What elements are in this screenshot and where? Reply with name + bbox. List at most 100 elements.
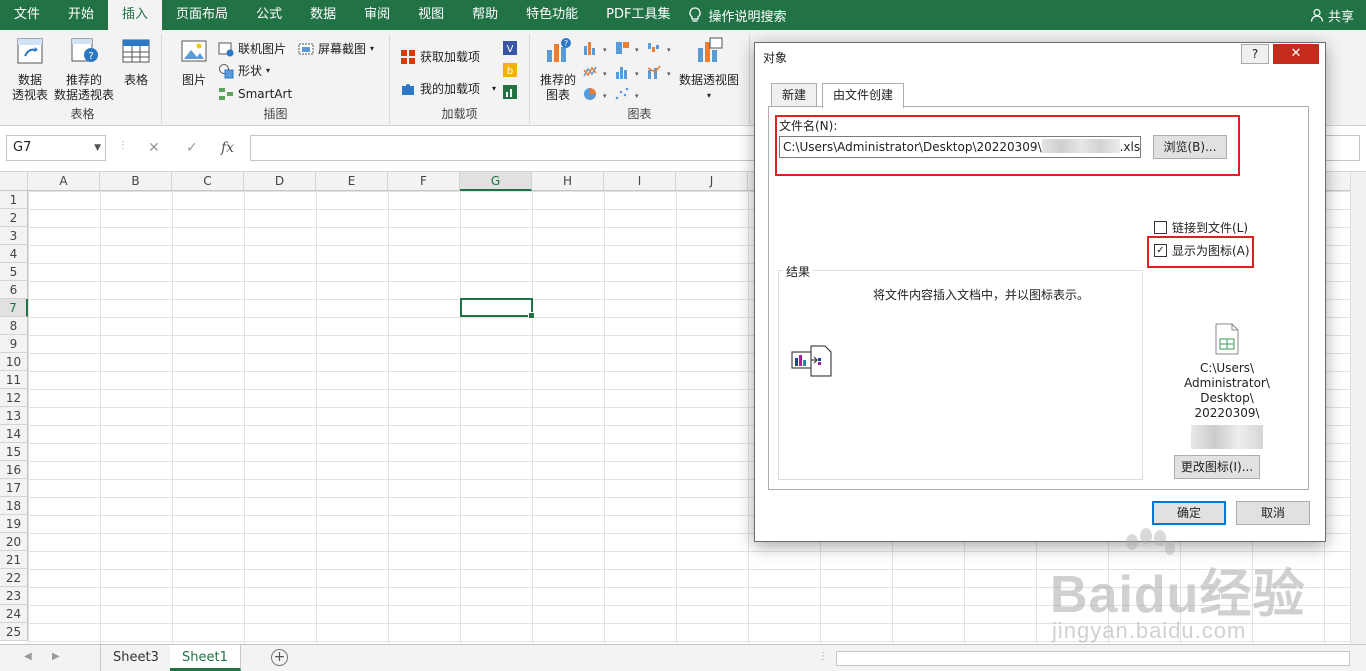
- close-button[interactable]: ✕: [1273, 44, 1319, 64]
- change-icon-button[interactable]: 更改图标(I)...: [1174, 455, 1260, 479]
- share-button[interactable]: 共享: [1310, 0, 1354, 30]
- recommended-charts-button[interactable]: ? 推荐的 图表: [536, 36, 580, 103]
- menu-review[interactable]: 审阅: [350, 0, 404, 30]
- ribbon-group-addins-label: 加载项: [441, 107, 478, 121]
- cancel-entry-icon[interactable]: ✕: [148, 140, 160, 156]
- name-box[interactable]: G7 ▼: [6, 135, 106, 161]
- menu-formulas[interactable]: 公式: [242, 0, 296, 30]
- smartart-button[interactable]: SmartArt: [218, 86, 292, 102]
- tab-create-from-file[interactable]: 由文件创建: [822, 83, 905, 108]
- row-header-3[interactable]: 3: [0, 227, 28, 245]
- picture-button[interactable]: 图片: [176, 36, 212, 88]
- pie-chart-icon[interactable]: ▾: [582, 86, 608, 102]
- my-addins-button[interactable]: 我的加载项 ▾: [400, 80, 496, 97]
- column-header-b[interactable]: B: [100, 172, 172, 191]
- svg-text:▾: ▾: [667, 70, 671, 78]
- pivot-chart-button[interactable]: 数据透视图 ▾: [676, 36, 742, 103]
- chevron-down-icon[interactable]: ▼: [94, 136, 101, 160]
- icon-caption-line-4: 20220309\: [1194, 406, 1260, 420]
- column-header-f[interactable]: F: [388, 172, 460, 191]
- row-header-9[interactable]: 9: [0, 335, 28, 353]
- row-header-13[interactable]: 13: [0, 407, 28, 425]
- get-addins-button[interactable]: 获取加载项: [400, 48, 480, 65]
- sheet-tab-sheet1[interactable]: Sheet1: [170, 645, 241, 671]
- row-header-6[interactable]: 6: [0, 281, 28, 299]
- recommended-pivot-icon: ?: [71, 38, 98, 62]
- row-header-2[interactable]: 2: [0, 209, 28, 227]
- row-header-11[interactable]: 11: [0, 371, 28, 389]
- row-header-21[interactable]: 21: [0, 551, 28, 569]
- scatter-chart-icon[interactable]: ▾: [614, 86, 640, 102]
- online-picture-button[interactable]: 联机图片: [218, 40, 286, 57]
- column-header-g[interactable]: G: [460, 172, 532, 191]
- link-to-file-box[interactable]: [1154, 221, 1167, 234]
- column-header-e[interactable]: E: [316, 172, 388, 191]
- row-header-23[interactable]: 23: [0, 587, 28, 605]
- row-header-14[interactable]: 14: [0, 425, 28, 443]
- ok-button[interactable]: 确定: [1152, 501, 1226, 525]
- column-header-j[interactable]: J: [676, 172, 748, 191]
- menu-help[interactable]: 帮助: [458, 0, 512, 30]
- tab-create-new[interactable]: 新建: [771, 83, 818, 107]
- cancel-button[interactable]: 取消: [1236, 501, 1310, 525]
- column-header-h[interactable]: H: [532, 172, 604, 191]
- column-header-a[interactable]: A: [28, 172, 100, 191]
- visio-icon[interactable]: V: [502, 40, 518, 56]
- row-header-5[interactable]: 5: [0, 263, 28, 281]
- people-graph-icon[interactable]: [502, 84, 518, 100]
- row-header-10[interactable]: 10: [0, 353, 28, 371]
- row-header-1[interactable]: 1: [0, 191, 28, 209]
- selected-cell[interactable]: [460, 298, 535, 319]
- row-header-25[interactable]: 25: [0, 623, 28, 641]
- my-addins-label: 我的加载项: [420, 82, 481, 96]
- stat-chart-icon[interactable]: ▾: [614, 64, 640, 80]
- menu-view[interactable]: 视图: [404, 0, 458, 30]
- add-sheet-icon[interactable]: +: [271, 649, 288, 666]
- insert-function-icon[interactable]: fx: [221, 140, 234, 156]
- shapes-button[interactable]: 形状 ▾: [218, 62, 270, 79]
- combo-chart-icon[interactable]: ▾: [646, 64, 672, 80]
- vertical-scrollbar[interactable]: [1350, 172, 1366, 644]
- picture-label: 图片: [181, 73, 206, 87]
- scroll-left-icon[interactable]: ◀: [24, 651, 32, 662]
- menu-insert[interactable]: 插入: [108, 0, 163, 30]
- row-header-22[interactable]: 22: [0, 569, 28, 587]
- help-button[interactable]: ?: [1241, 44, 1269, 64]
- scroll-right-icon[interactable]: ▶: [52, 651, 60, 662]
- row-header-16[interactable]: 16: [0, 461, 28, 479]
- menu-features[interactable]: 特色功能: [512, 0, 592, 30]
- row-header-19[interactable]: 19: [0, 515, 28, 533]
- column-header-d[interactable]: D: [244, 172, 316, 191]
- pivot-table-button[interactable]: 数据 透视表: [8, 36, 52, 103]
- column-header-c[interactable]: C: [172, 172, 244, 191]
- bing-icon[interactable]: b: [502, 62, 518, 78]
- screenshot-button[interactable]: 屏幕截图 ▾: [298, 40, 374, 57]
- menu-home[interactable]: 开始: [54, 0, 108, 30]
- menu-pdf-tools[interactable]: PDF工具集: [592, 0, 684, 30]
- sheet-tab-sheet3[interactable]: Sheet3: [100, 645, 172, 671]
- column-chart-icon[interactable]: ▾: [582, 40, 608, 56]
- enter-entry-icon[interactable]: ✓: [186, 140, 198, 156]
- row-header-8[interactable]: 8: [0, 317, 28, 335]
- row-header-20[interactable]: 20: [0, 533, 28, 551]
- tell-me-search[interactable]: 操作说明搜索: [688, 6, 787, 25]
- recommended-pivot-button[interactable]: ? 推荐的 数据透视表: [52, 36, 116, 103]
- row-header-15[interactable]: 15: [0, 443, 28, 461]
- menu-page-layout[interactable]: 页面布局: [162, 0, 242, 30]
- row-header-18[interactable]: 18: [0, 497, 28, 515]
- column-header-i[interactable]: I: [604, 172, 676, 191]
- row-header-7[interactable]: 7: [0, 299, 28, 317]
- table-button[interactable]: 表格: [118, 36, 154, 88]
- select-all-corner[interactable]: [0, 172, 28, 191]
- link-to-file-checkbox[interactable]: 链接到文件(L): [1154, 219, 1248, 236]
- menu-data[interactable]: 数据: [296, 0, 350, 30]
- hierarchy-chart-icon[interactable]: ▾: [614, 40, 640, 56]
- row-header-17[interactable]: 17: [0, 479, 28, 497]
- line-chart-icon[interactable]: ▾: [582, 64, 608, 80]
- svg-text:b: b: [507, 66, 513, 77]
- row-header-24[interactable]: 24: [0, 605, 28, 623]
- row-header-12[interactable]: 12: [0, 389, 28, 407]
- waterfall-chart-icon[interactable]: ▾: [646, 40, 672, 56]
- row-header-4[interactable]: 4: [0, 245, 28, 263]
- menu-file[interactable]: 文件: [0, 0, 54, 30]
